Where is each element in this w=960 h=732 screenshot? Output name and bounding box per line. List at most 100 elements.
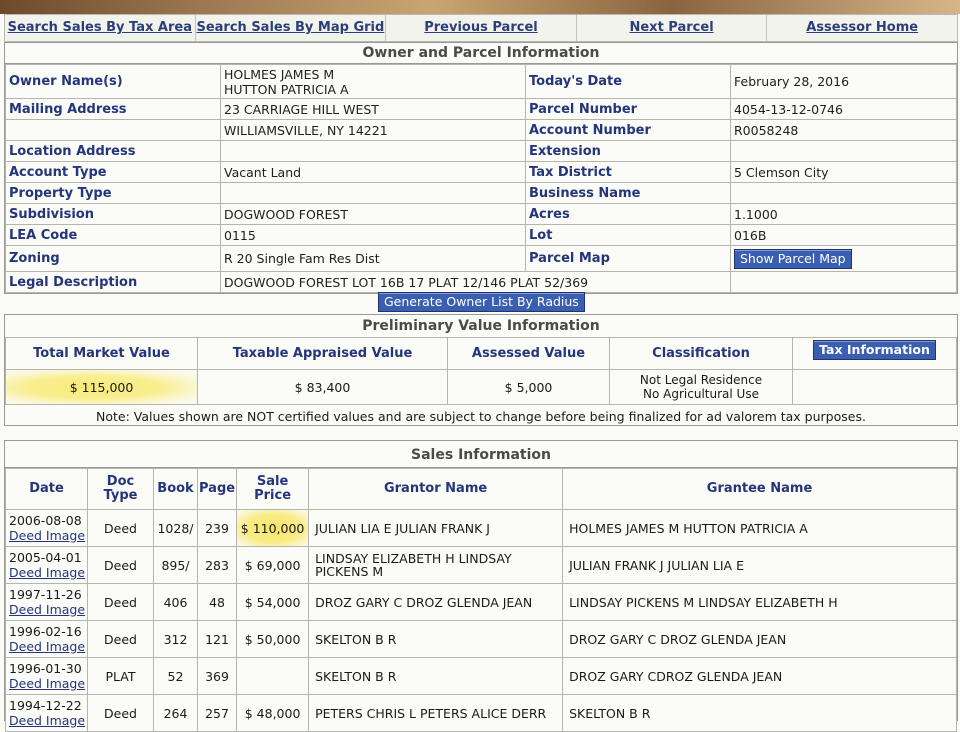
date-header: Date xyxy=(5,468,88,510)
sale-date: 1994-12-22 xyxy=(9,698,82,713)
assessed-value-header: Assessed Value xyxy=(447,337,610,370)
book: 312 xyxy=(153,620,198,658)
classification-value: Not Legal Residence No Agricultural Use xyxy=(609,369,793,405)
grantee-name: DROZ GARY CDROZ GLENDA JEAN xyxy=(562,657,957,695)
sales-section: Sales Information Date Doc Type Book Page… xyxy=(4,440,958,732)
page: 369 xyxy=(196,657,238,695)
mailing-address-label: Mailing Address xyxy=(5,98,221,120)
today-date-label: Today's Date xyxy=(525,64,731,99)
classification-line-2: No Agricultural Use xyxy=(643,387,759,401)
deed-image-link[interactable]: Deed Image xyxy=(9,713,86,728)
sale-price: $ 54,000 xyxy=(236,583,310,621)
sale-price: $ 50,000 xyxy=(236,620,310,658)
grantor-name: LINDSAY ELIZABETH H LINDSAY PICKENS M xyxy=(308,546,564,584)
table-row: 1996-02-16 Deed Image Deed 312 121 $ 50,0… xyxy=(5,620,957,658)
generate-owner-list-by-radius-button[interactable]: Generate Owner List By Radius xyxy=(378,292,585,312)
table-row: 1997-11-26 Deed Image Deed 406 48 $ 54,00… xyxy=(5,583,957,621)
page: 283 xyxy=(196,546,238,584)
sale-date-cell: 2006-08-08 Deed Image xyxy=(5,509,88,547)
sale-date: 1996-02-16 xyxy=(9,624,82,639)
doc-type: Deed xyxy=(87,583,154,621)
page: 48 xyxy=(196,583,238,621)
grantee-name: LINDSAY PICKENS M LINDSAY ELIZABETH H xyxy=(562,583,957,621)
property-type-label: Property Type xyxy=(5,182,221,204)
owner-name-value: HOLMES JAMES M HUTTON PATRICIA A xyxy=(220,64,526,99)
sales-section-title: Sales Information xyxy=(5,441,957,468)
grantee-name: HOLMES JAMES M HUTTON PATRICIA A xyxy=(562,509,957,547)
doc-type: Deed xyxy=(87,546,154,584)
doc-type: PLAT xyxy=(87,657,154,695)
doc-type: Deed xyxy=(87,694,154,732)
lot-value: 016B xyxy=(730,224,957,246)
subdivision-label: Subdivision xyxy=(5,203,221,225)
parcel-map-label: Parcel Map xyxy=(525,245,731,272)
legal-description-spacer xyxy=(730,271,957,293)
owner-name-1: HOLMES JAMES M xyxy=(224,66,335,82)
deed-image-link[interactable]: Deed Image xyxy=(9,639,86,654)
legal-description-value: DOGWOOD FOREST LOT 16B 17 PLAT 12/146 PL… xyxy=(220,271,731,293)
book: 406 xyxy=(153,583,198,621)
account-number-label: Account Number xyxy=(525,119,731,141)
next-parcel-link[interactable]: Next Parcel xyxy=(577,15,768,41)
sale-price: $ 48,000 xyxy=(236,694,310,732)
search-by-tax-area-link[interactable]: Search Sales By Tax Area xyxy=(5,15,196,41)
deed-image-link[interactable]: Deed Image xyxy=(9,565,86,580)
deed-image-link[interactable]: Deed Image xyxy=(9,676,86,691)
sale-date: 2006-08-08 xyxy=(9,513,82,528)
lea-code-label: LEA Code xyxy=(5,224,221,246)
lot-label: Lot xyxy=(525,224,731,246)
grantor-name: JULIAN LIA E JULIAN FRANK J xyxy=(308,509,564,547)
account-number-value: R0058248 xyxy=(730,119,957,141)
page: 257 xyxy=(196,694,238,732)
today-date-value: February 28, 2016 xyxy=(730,64,957,99)
subdivision-value: DOGWOOD FOREST xyxy=(220,203,526,225)
table-row: 2005-04-01 Deed Image Deed 895/ 283 $ 69,… xyxy=(5,546,957,584)
owner-parcel-table: Owner Name(s) HOLMES JAMES M HUTTON PATR… xyxy=(5,64,957,293)
sale-date-cell: 1996-02-16 Deed Image xyxy=(5,620,88,658)
mailing-address-line-2: WILLIAMSVILLE, NY 14221 xyxy=(220,119,526,141)
acres-value: 1.1000 xyxy=(730,203,957,225)
sale-price-header: Sale Price xyxy=(236,468,310,510)
tax-district-label: Tax District xyxy=(525,161,731,183)
tax-information-cell: Tax Information xyxy=(792,337,957,370)
classification-header: Classification xyxy=(609,337,793,370)
deed-image-link[interactable]: Deed Image xyxy=(9,602,86,617)
extension-value xyxy=(730,140,957,162)
show-parcel-map-button[interactable]: Show Parcel Map xyxy=(734,248,852,269)
sale-date-cell: 2005-04-01 Deed Image xyxy=(5,546,88,584)
acres-label: Acres xyxy=(525,203,731,225)
value-section-title: Preliminary Value Information xyxy=(362,318,600,334)
property-type-value xyxy=(220,182,526,204)
book-header: Book xyxy=(153,468,198,510)
tax-information-button[interactable]: Tax Information xyxy=(813,340,936,360)
values-disclaimer-note: Note: Values shown are NOT certified val… xyxy=(96,409,866,424)
zoning-value: R 20 Single Fam Res Dist xyxy=(220,245,526,272)
grantor-name: SKELTON B R xyxy=(308,620,564,658)
sale-date: 1997-11-26 xyxy=(9,587,82,602)
previous-parcel-link[interactable]: Previous Parcel xyxy=(386,15,577,41)
grantor-name: DROZ GARY C DROZ GLENDA JEAN xyxy=(308,583,564,621)
search-by-map-grid-link[interactable]: Search Sales By Map Grid xyxy=(196,15,387,41)
table-row: 1996-01-30 Deed Image PLAT 52 369 SKELTON… xyxy=(5,657,957,695)
value-section: Preliminary Value Information Total Mark… xyxy=(4,314,958,426)
header-banner-image xyxy=(0,0,960,14)
book: 52 xyxy=(153,657,198,695)
book: 264 xyxy=(153,694,198,732)
total-market-value: $ 115,000 xyxy=(5,369,198,405)
sales-table: Date Doc Type Book Page Sale Price Granto… xyxy=(5,468,957,732)
assessed-value: $ 5,000 xyxy=(447,369,610,405)
page: 239 xyxy=(196,509,238,547)
table-row: 2006-08-08 Deed Image Deed 1028/ 239 $ 11… xyxy=(5,509,957,547)
parcel-map-cell: Show Parcel Map xyxy=(730,245,957,272)
account-type-value: Vacant Land xyxy=(220,161,526,183)
total-market-value-header: Total Market Value xyxy=(5,337,198,370)
zoning-label: Zoning xyxy=(5,245,221,272)
top-navigation: Search Sales By Tax Area Search Sales By… xyxy=(4,14,958,42)
value-table: Total Market Value Taxable Appraised Val… xyxy=(5,337,957,405)
owner-name-2: HUTTON PATRICIA A xyxy=(224,81,349,97)
doc-type: Deed xyxy=(87,509,154,547)
doc-type-header-line-1: Doc xyxy=(106,474,135,489)
sale-price xyxy=(236,657,310,695)
assessor-home-link[interactable]: Assessor Home xyxy=(767,15,957,41)
deed-image-link[interactable]: Deed Image xyxy=(9,528,86,543)
